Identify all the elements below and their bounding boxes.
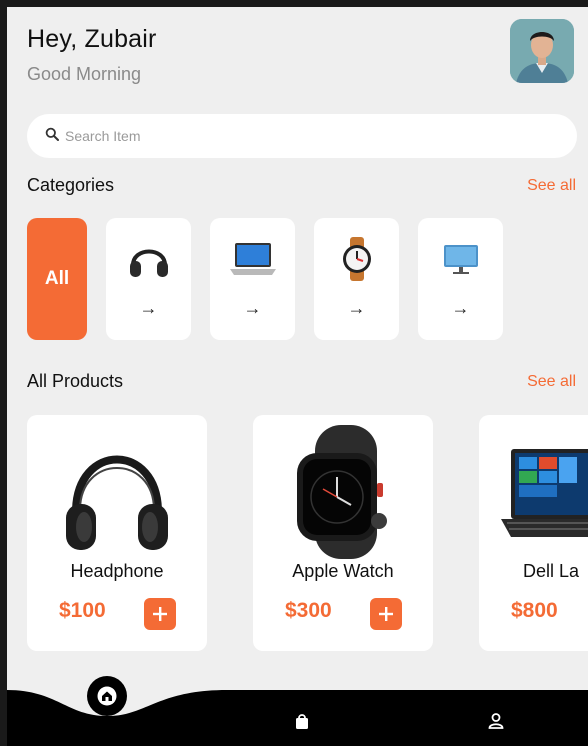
category-all-button[interactable]: All <box>27 218 87 340</box>
search-icon <box>45 127 59 146</box>
products-title: All Products <box>27 371 124 391</box>
profile-icon <box>488 713 504 729</box>
product-name: Headphone <box>70 561 164 581</box>
add-to-cart-button[interactable] <box>370 598 402 630</box>
categories-see-all-link[interactable]: See all <box>527 177 576 195</box>
product-card[interactable]: Apple Watch $300 <box>253 415 433 651</box>
arrow-right-icon: → <box>139 298 158 318</box>
avatar[interactable] <box>510 19 574 83</box>
product-card[interactable]: Dell La $800 <box>479 415 588 651</box>
category-card-laptop[interactable]: → <box>210 218 295 340</box>
bag-icon <box>296 714 308 729</box>
category-card-headphone[interactable]: → <box>106 218 191 340</box>
plus-icon <box>379 607 393 621</box>
watch-product-image <box>253 423 433 561</box>
product-price: $300 <box>285 599 332 622</box>
product-name: Apple Watch <box>292 561 394 581</box>
watch-icon <box>331 236 383 282</box>
product-list: Headphone $100 Apple Watch $300 Dell La … <box>27 415 588 651</box>
categories-title: Categories <box>27 175 115 195</box>
greeting-subtitle: Good Morning <box>27 64 142 84</box>
products-see-all-link[interactable]: See all <box>527 373 576 391</box>
nav-cart-button[interactable] <box>291 710 313 732</box>
home-icon <box>97 686 117 706</box>
category-list: All → → → → <box>27 218 503 340</box>
laptop-icon <box>227 236 279 282</box>
greeting-block: Hey, Zubair Good Morning <box>27 25 157 85</box>
search-bar[interactable] <box>27 114 577 158</box>
arrow-right-icon: → <box>451 298 470 318</box>
bottom-nav <box>7 676 588 746</box>
nav-profile-button[interactable] <box>485 710 507 732</box>
category-card-watch[interactable]: → <box>314 218 399 340</box>
product-card[interactable]: Headphone $100 <box>27 415 207 651</box>
monitor-icon <box>435 236 487 282</box>
search-input[interactable] <box>65 128 525 144</box>
product-name: Dell La <box>523 561 580 581</box>
category-card-monitor[interactable]: → <box>418 218 503 340</box>
laptop-product-image <box>479 423 588 561</box>
headphone-product-image <box>27 423 207 561</box>
product-price: $100 <box>59 599 106 622</box>
nav-home-button[interactable] <box>87 676 127 716</box>
greeting-title: Hey, Zubair <box>27 25 157 53</box>
arrow-right-icon: → <box>243 298 262 318</box>
product-price: $800 <box>511 599 558 622</box>
app-screen: Hey, Zubair Good Morning Categories See … <box>7 7 588 746</box>
plus-icon <box>153 607 167 621</box>
arrow-right-icon: → <box>347 298 366 318</box>
headphone-icon <box>123 236 175 282</box>
add-to-cart-button[interactable] <box>144 598 176 630</box>
